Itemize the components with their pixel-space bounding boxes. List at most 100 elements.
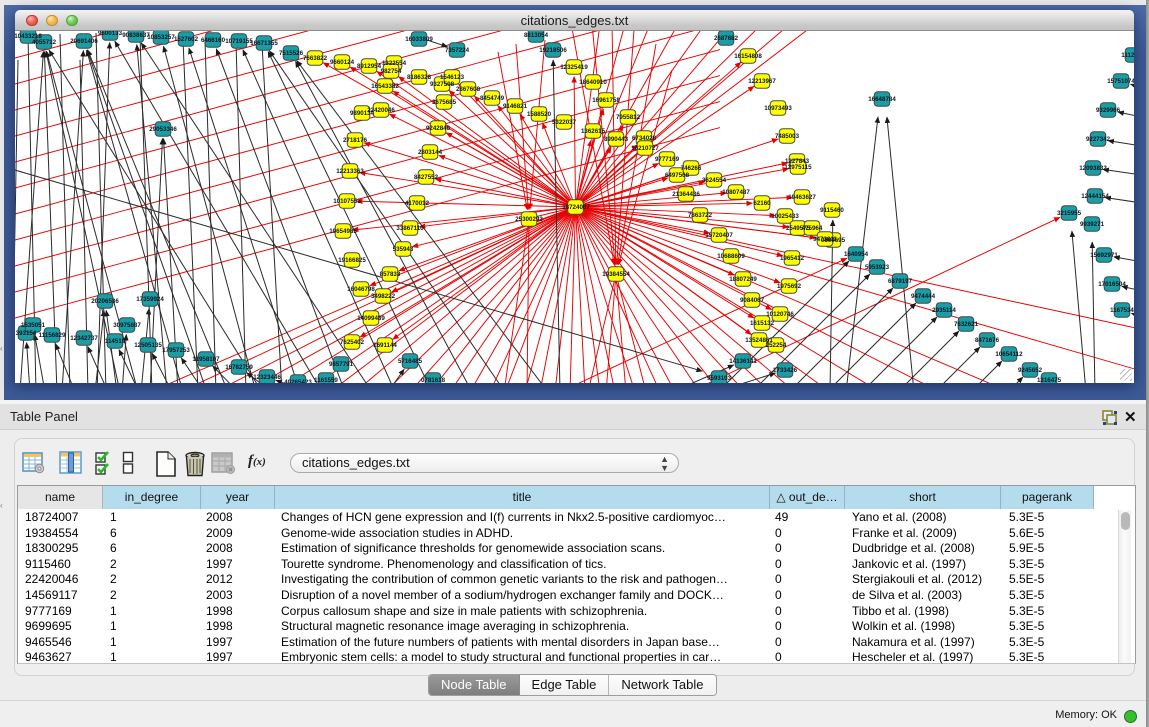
svg-text:12975115: 12975115 [784,164,812,171]
svg-text:2687682: 2687682 [714,35,739,42]
svg-text:10025433: 10025433 [771,213,799,220]
svg-text:12213363: 12213363 [336,168,364,175]
svg-text:8471676: 8471676 [975,337,1000,344]
svg-text:18640910: 18640910 [579,79,607,86]
svg-text:11156829: 11156829 [39,332,66,339]
svg-text:3675685: 3675685 [432,99,457,106]
svg-text:16046798: 16046798 [347,286,375,293]
svg-text:1112843: 1112843 [1121,52,1134,59]
svg-text:62160: 62160 [753,200,771,207]
svg-text:1316475: 1316475 [1037,377,1062,383]
svg-text:1640954: 1640954 [844,251,869,258]
svg-text:9600133: 9600133 [98,31,123,37]
svg-text:1965412: 1965412 [780,255,805,262]
svg-text:114519: 114519 [105,338,126,345]
svg-text:393154: 393154 [16,330,37,337]
svg-text:9227342: 9227342 [1086,136,1111,143]
svg-text:9777169: 9777169 [655,156,680,163]
svg-text:746266: 746266 [681,165,702,172]
svg-text:8427552: 8427552 [414,174,439,181]
svg-text:0781618: 0781618 [421,377,446,383]
svg-text:1167534: 1167534 [1110,307,1134,314]
svg-text:1733426: 1733426 [773,367,798,374]
svg-text:3498222: 3498222 [371,293,396,300]
svg-text:17957253: 17957253 [162,347,190,354]
svg-text:8454749: 8454749 [480,95,505,102]
svg-text:8186328: 8186328 [407,74,432,81]
svg-text:9084067: 9084067 [740,297,765,304]
svg-text:12323446: 12323446 [253,374,281,381]
svg-text:12325419: 12325419 [560,64,588,71]
svg-text:9890134: 9890134 [350,110,375,117]
svg-text:12213967: 12213967 [748,78,776,85]
svg-text:7863722: 7863722 [688,212,713,219]
svg-text:8912954: 8912954 [357,63,382,70]
svg-text:16671355: 16671355 [250,40,278,47]
svg-text:6734028: 6734028 [632,135,657,142]
svg-text:16210727: 16210727 [631,145,659,152]
svg-text:20206536: 20206536 [91,298,119,305]
svg-text:15751074: 15751074 [1107,78,1134,85]
svg-text:10120746: 10120746 [766,311,794,318]
svg-text:7485003: 7485003 [775,133,800,140]
svg-text:535943: 535943 [393,246,414,253]
svg-text:6466160: 6466160 [201,37,226,44]
svg-text:2803144: 2803144 [418,149,443,156]
svg-text:16033809: 16033809 [405,36,433,43]
svg-text:9327508: 9327508 [430,81,455,88]
svg-text:9115460: 9115460 [820,207,844,214]
svg-text:10719155: 10719155 [225,38,253,45]
svg-text:252254: 252254 [766,342,787,349]
svg-text:10688609: 10688609 [717,253,745,260]
svg-text:9660124: 9660124 [330,59,355,66]
svg-text:9593103: 9593103 [707,375,732,382]
svg-text:9473811: 9473811 [813,236,837,243]
svg-text:15720407: 15720407 [705,232,733,239]
svg-text:7357224: 7357224 [445,47,470,54]
svg-text:19166825: 19166825 [338,257,366,264]
svg-text:1535051: 1535051 [21,322,46,329]
svg-text:982754: 982754 [381,68,402,75]
svg-text:12505135: 12505135 [134,342,162,349]
svg-text:2935114: 2935114 [932,307,956,314]
svg-text:7515526: 7515526 [279,50,304,57]
svg-text:4055712: 4055712 [32,39,57,46]
svg-text:857833: 857833 [380,271,401,278]
svg-text:15692971: 15692971 [1090,252,1118,259]
svg-text:10853257: 10853257 [147,34,175,41]
svg-text:1588520: 1588520 [527,111,552,118]
svg-text:29053346: 29053346 [149,126,177,133]
svg-text:5322037: 5322037 [552,119,577,126]
svg-text:7955812: 7955812 [616,114,641,121]
svg-text:1975692: 1975692 [777,283,802,290]
svg-text:40265423: 40265423 [284,379,312,383]
svg-text:17016504: 17016504 [1098,281,1126,288]
svg-text:18807249: 18807249 [729,276,757,283]
svg-text:1527602: 1527602 [174,36,199,43]
svg-text:20691406: 20691406 [70,38,98,45]
svg-text:90838637: 90838637 [122,32,150,39]
svg-text:12093832: 12093832 [1079,165,1107,172]
svg-text:17359924: 17359924 [136,296,164,303]
svg-text:19463627: 19463627 [788,194,816,201]
svg-text:16543382: 16543382 [371,83,399,90]
svg-text:7663822: 7663822 [303,55,328,62]
svg-text:30975887: 30975887 [113,322,141,329]
svg-text:19384554: 19384554 [602,271,630,278]
svg-text:10807487: 10807487 [722,189,750,196]
svg-text:8813054: 8813054 [524,32,549,39]
svg-text:7625402: 7625402 [340,339,365,346]
svg-text:1691144: 1691144 [373,342,397,349]
svg-text:19218506: 19218506 [539,47,567,54]
svg-text:8990443: 8990443 [604,136,629,143]
svg-text:9146821: 9146821 [503,103,528,110]
svg-text:10107553: 10107553 [333,198,361,205]
svg-text:1615132: 1615132 [750,320,775,327]
svg-text:1546123: 1546123 [440,74,465,81]
svg-text:21364436: 21364436 [672,191,700,198]
svg-text:12342737: 12342737 [70,335,98,342]
svg-text:19654985: 19654985 [329,228,357,235]
svg-text:9939271: 9939271 [1080,221,1105,228]
svg-text:16961758: 16961758 [592,97,620,104]
svg-text:16648784: 16648784 [868,96,896,103]
